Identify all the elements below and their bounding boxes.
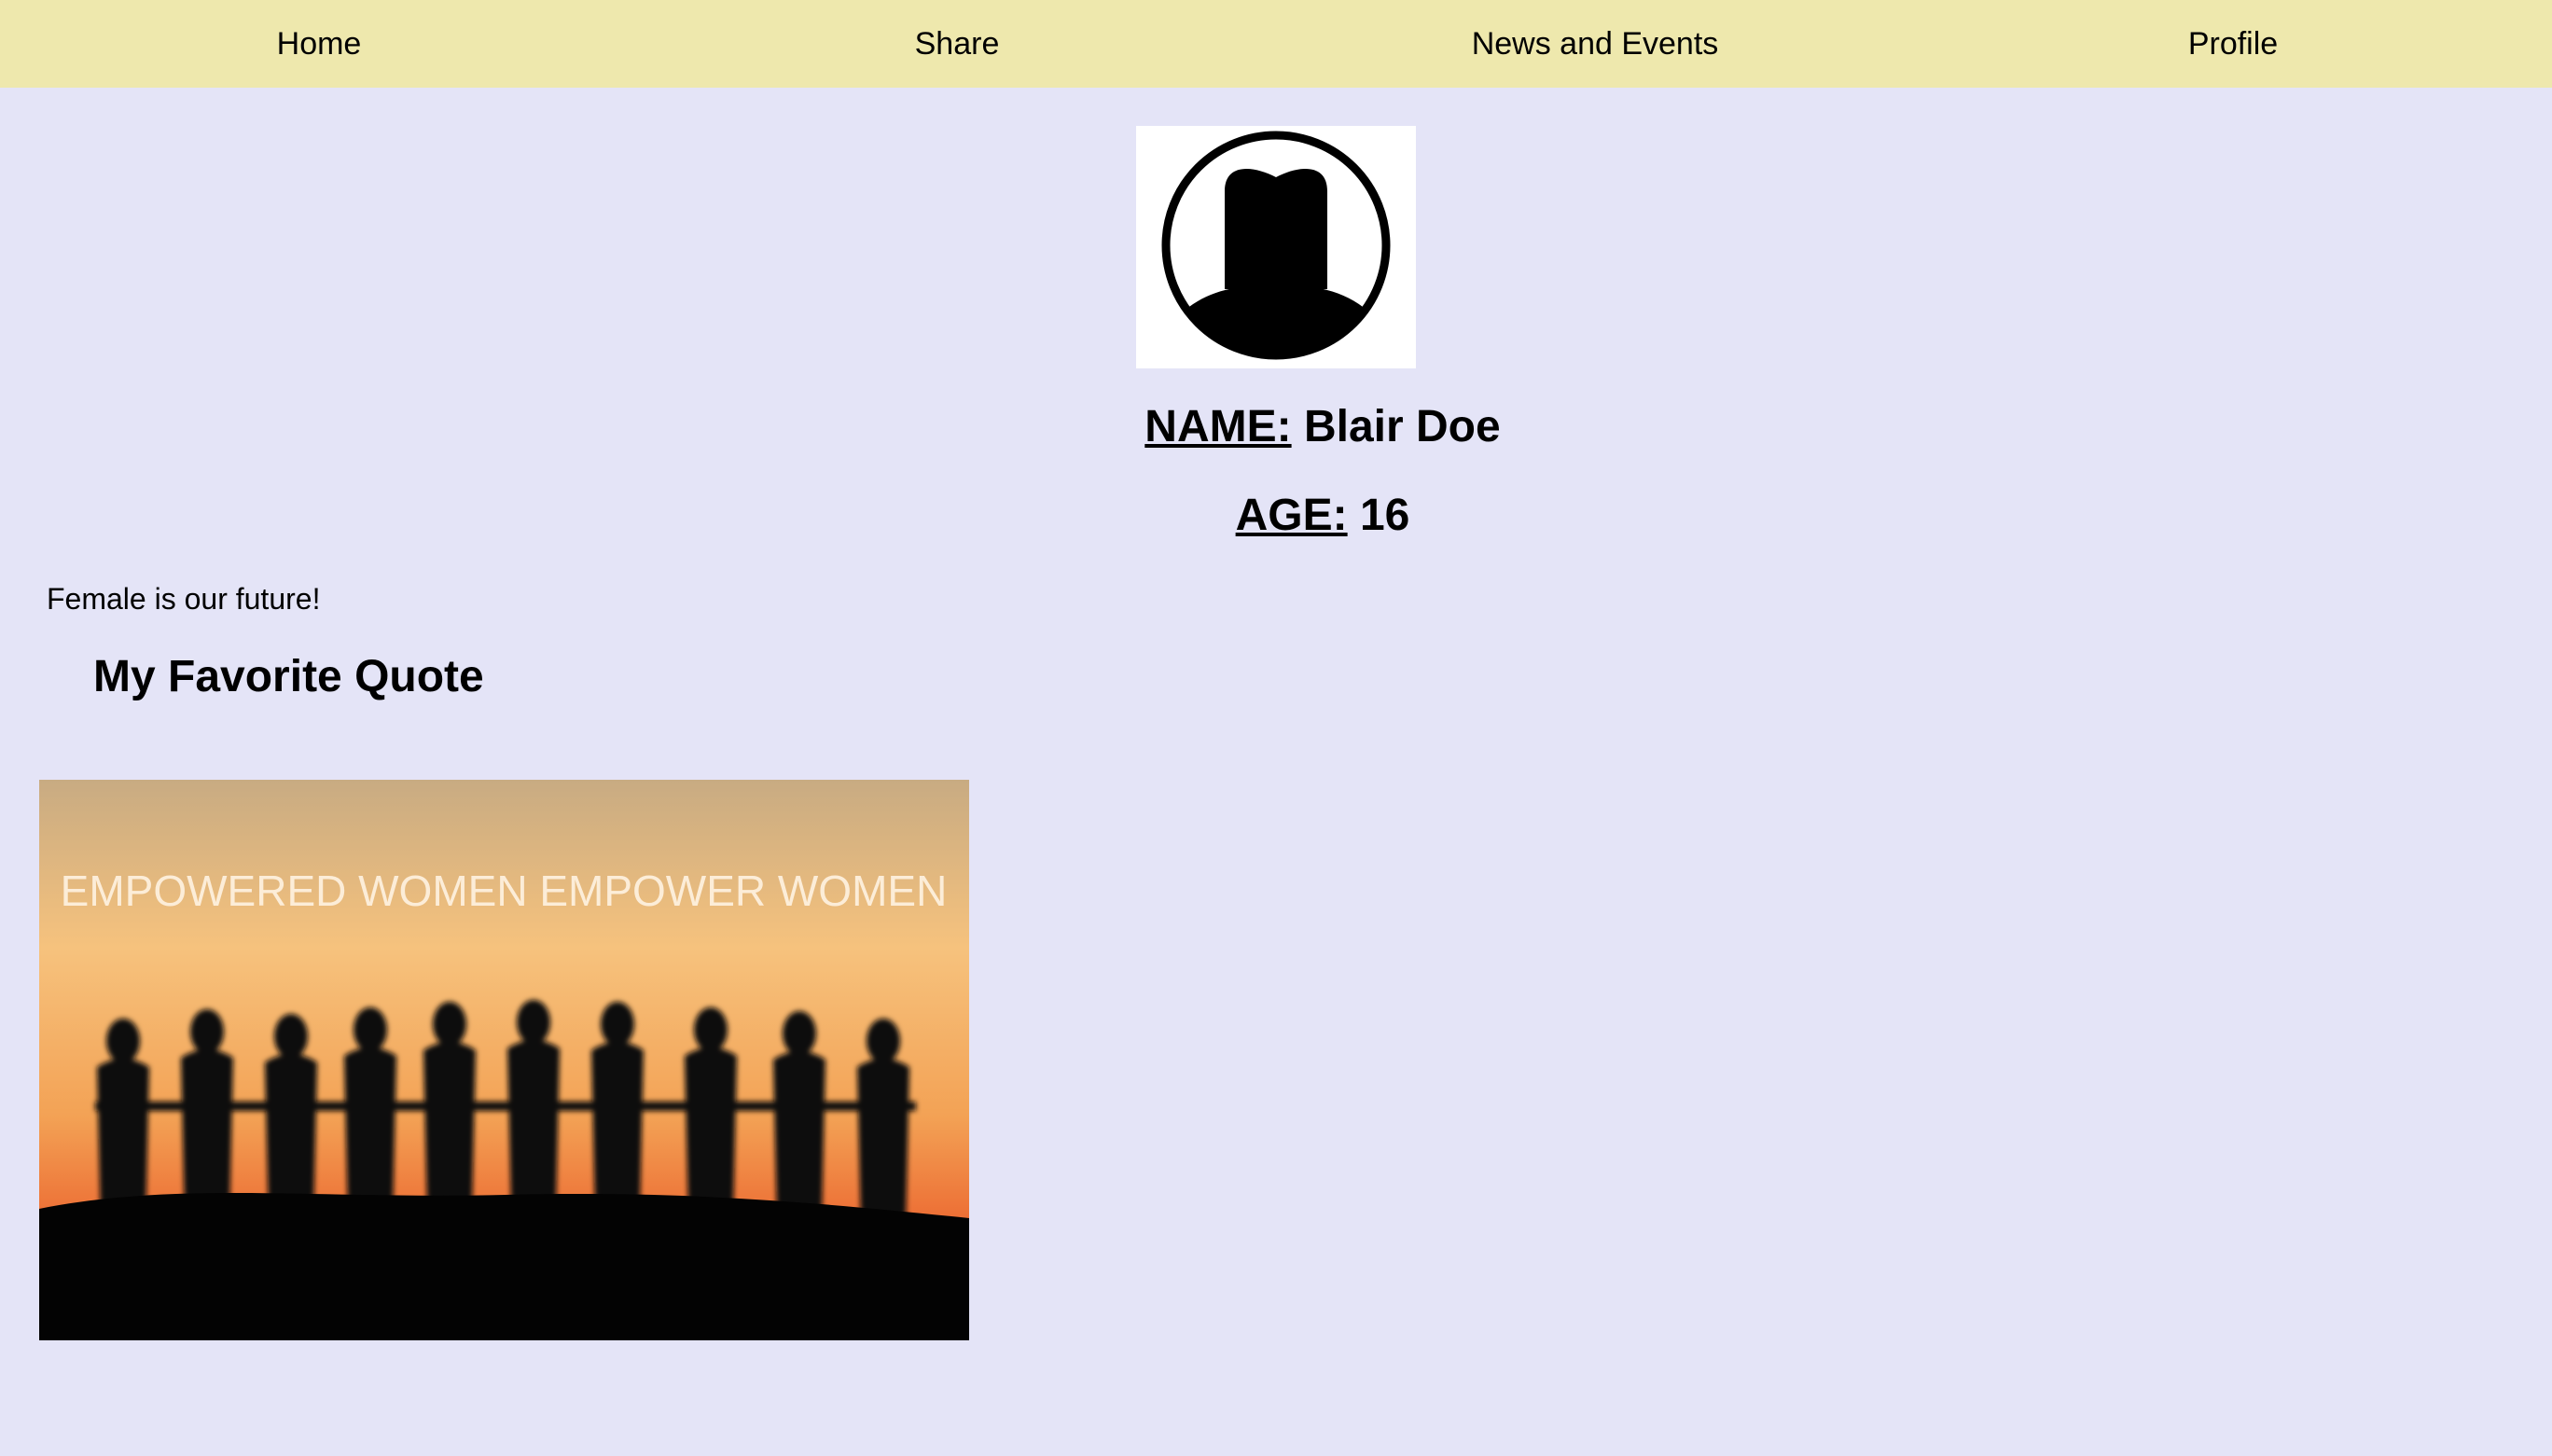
name-value: Blair Doe xyxy=(1303,402,1501,451)
top-navigation: Home Share News and Events Profile xyxy=(0,0,2552,88)
sunset-women-image: EMPOWERED WOMEN EMPOWER WOMEN xyxy=(39,780,969,1340)
profile-avatar xyxy=(1136,126,1416,368)
favorite-quote-heading: My Favorite Quote xyxy=(93,652,484,701)
nav-share-link[interactable]: Share xyxy=(638,0,1276,88)
favorite-quote-image: EMPOWERED WOMEN EMPOWER WOMEN xyxy=(39,780,969,1340)
age-line: AGE: 16 xyxy=(0,490,2552,541)
name-line: NAME: Blair Doe xyxy=(0,401,2552,452)
profile-tagline: Female is our future! xyxy=(47,582,321,616)
age-label: AGE: xyxy=(1235,491,1348,540)
nav-news-events-link[interactable]: News and Events xyxy=(1276,0,1914,88)
nav-home-link[interactable]: Home xyxy=(0,0,638,88)
image-quote-text: EMPOWERED WOMEN EMPOWER WOMEN xyxy=(61,867,948,915)
age-value: 16 xyxy=(1359,491,1410,540)
female-silhouette-icon xyxy=(1161,131,1391,360)
name-label: NAME: xyxy=(1144,402,1292,451)
nav-profile-link[interactable]: Profile xyxy=(1914,0,2552,88)
